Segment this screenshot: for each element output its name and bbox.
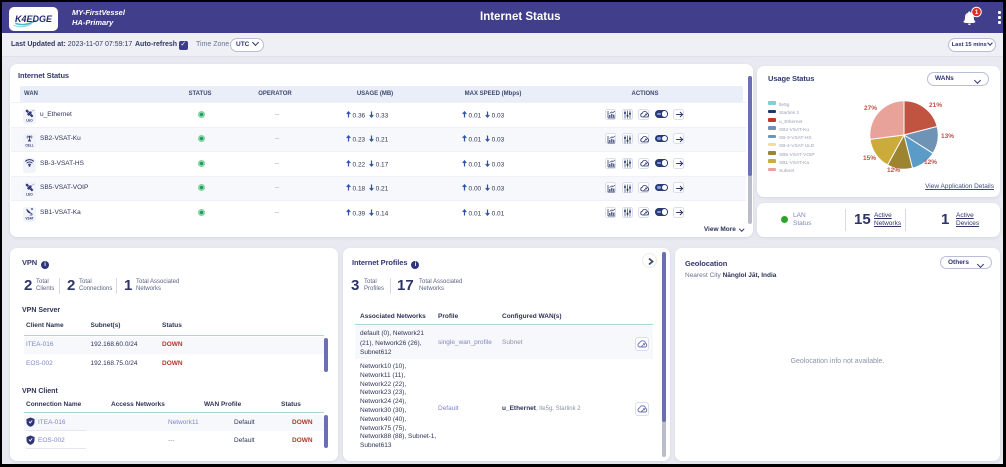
svg-text:1: 1 [975, 9, 979, 16]
svg-text:LEO: LEO [26, 192, 33, 196]
svg-text:CELL: CELL [25, 143, 33, 147]
svg-text:LEO: LEO [26, 119, 33, 123]
svg-text:VSAT: VSAT [25, 217, 33, 221]
